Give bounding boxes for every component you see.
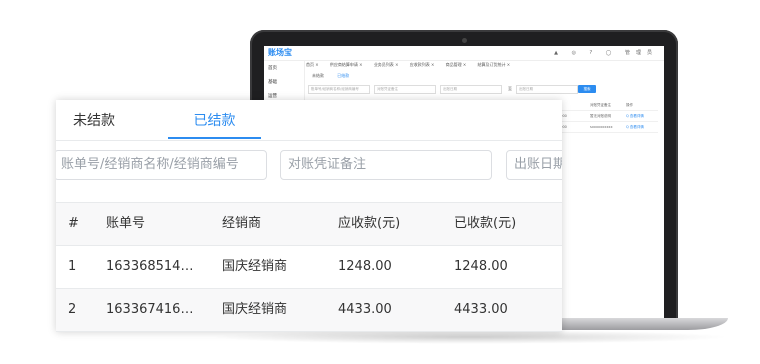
row-received: 4433.00 xyxy=(454,302,508,317)
active-tab-indicator xyxy=(168,137,261,139)
tab-unpaid[interactable]: 未结款 xyxy=(73,100,115,140)
row-bill-no: 16336851419... xyxy=(106,259,198,274)
app-logo: 账场宝 xyxy=(268,48,292,57)
screen-subtabs: 未结款 已结款 xyxy=(312,73,361,79)
screen-cell: sxxxxxxxxxx xyxy=(590,125,613,129)
screen-tabbar: 首页 × 供应商结算申请 × 业务员列表 × 应收款列表 × 商品管理 × 结算… xyxy=(306,62,662,70)
screen-subtab-unpaid[interactable]: 未结款 xyxy=(312,73,324,78)
screen-date-separator: 至 xyxy=(508,86,512,91)
screen-topbar: 账场宝 ▲ ◎ ? ◯ 管理员 xyxy=(264,46,664,61)
zoom-panel: 未结款 已结款 账单号/经销商名称/经销商编号 对账凭证备注 出账日期 # 账单… xyxy=(56,100,562,332)
tabs-divider xyxy=(56,140,562,141)
screen-date-start[interactable]: 出账日期 xyxy=(440,85,502,94)
bill-search-input[interactable]: 账单号/经销商名称/经销商编号 xyxy=(56,150,267,180)
bill-date-input[interactable]: 出账日期 xyxy=(506,150,562,180)
column-header-index: # xyxy=(68,216,79,231)
screen-cell: 暂无对账说明 xyxy=(590,114,611,118)
row-dealer: 国庆经销商 xyxy=(222,259,288,274)
row-index: 2 xyxy=(68,302,77,317)
screen-filter-bar: 账单号/经销商名称/经销商编号 对账凭证备注 出账日期 至 出账日期 xyxy=(308,85,658,94)
screen-tab[interactable]: 结算及订货统计 × xyxy=(478,62,511,67)
screen-cell: 对账凭证备注 xyxy=(590,103,611,107)
screen-tab[interactable]: 业务员列表 × xyxy=(374,62,399,67)
topbar-icons[interactable]: ▲ ◎ ? ◯ 管理员 xyxy=(554,49,658,56)
screen-subtab-paid[interactable]: 已结款 xyxy=(337,73,349,78)
table-row[interactable]: 2 16336741654... 国庆经销商 4433.00 4433.00 xyxy=(56,289,562,332)
row-dealer: 国庆经销商 xyxy=(222,302,288,317)
row-index: 1 xyxy=(68,259,77,274)
column-header-receivable: 应收款(元) xyxy=(338,216,401,231)
screen-tab[interactable]: 首页 × xyxy=(306,62,319,67)
sidebar-item-basic[interactable]: 基础 xyxy=(264,75,304,89)
column-header-bill-no: 账单号 xyxy=(106,216,146,231)
screen-tab[interactable]: 供应商结算申请 × xyxy=(330,62,363,67)
screen-cell: 操作 xyxy=(626,103,633,107)
row-receivable: 4433.00 xyxy=(338,302,392,317)
camera-icon xyxy=(462,38,467,43)
screen-date-end[interactable]: 出账日期 xyxy=(516,85,578,94)
screen-bill-search-input[interactable]: 账单号/经销商名称/经销商编号 xyxy=(308,85,370,94)
row-bill-no: 16336741654... xyxy=(106,302,198,317)
laptop-shadow xyxy=(210,330,730,344)
column-header-received: 已收款(元) xyxy=(454,216,517,231)
screen-remark-input[interactable]: 对账凭证备注 xyxy=(374,85,436,94)
row-received: 1248.00 xyxy=(454,259,508,274)
screen-view-detail-link[interactable]: Q 查看详情 xyxy=(626,114,644,119)
remark-input[interactable]: 对账凭证备注 xyxy=(280,150,492,180)
screen-tab[interactable]: 商品管理 × xyxy=(446,62,467,67)
tab-paid[interactable]: 已结款 xyxy=(168,100,261,140)
column-header-dealer: 经销商 xyxy=(222,216,262,231)
screen-view-detail-link[interactable]: Q 查看详情 xyxy=(626,125,644,130)
sidebar-item-home[interactable]: 首页 xyxy=(264,61,304,75)
screen-tab[interactable]: 应收款列表 × xyxy=(410,62,435,67)
row-receivable: 1248.00 xyxy=(338,259,392,274)
table-header: # 账单号 经销商 应收款(元) 已收款(元) xyxy=(56,202,562,246)
screen-search-button[interactable]: 搜索 xyxy=(578,85,596,93)
table-row[interactable]: 1 16336851419... 国庆经销商 1248.00 1248.00 xyxy=(56,246,562,289)
